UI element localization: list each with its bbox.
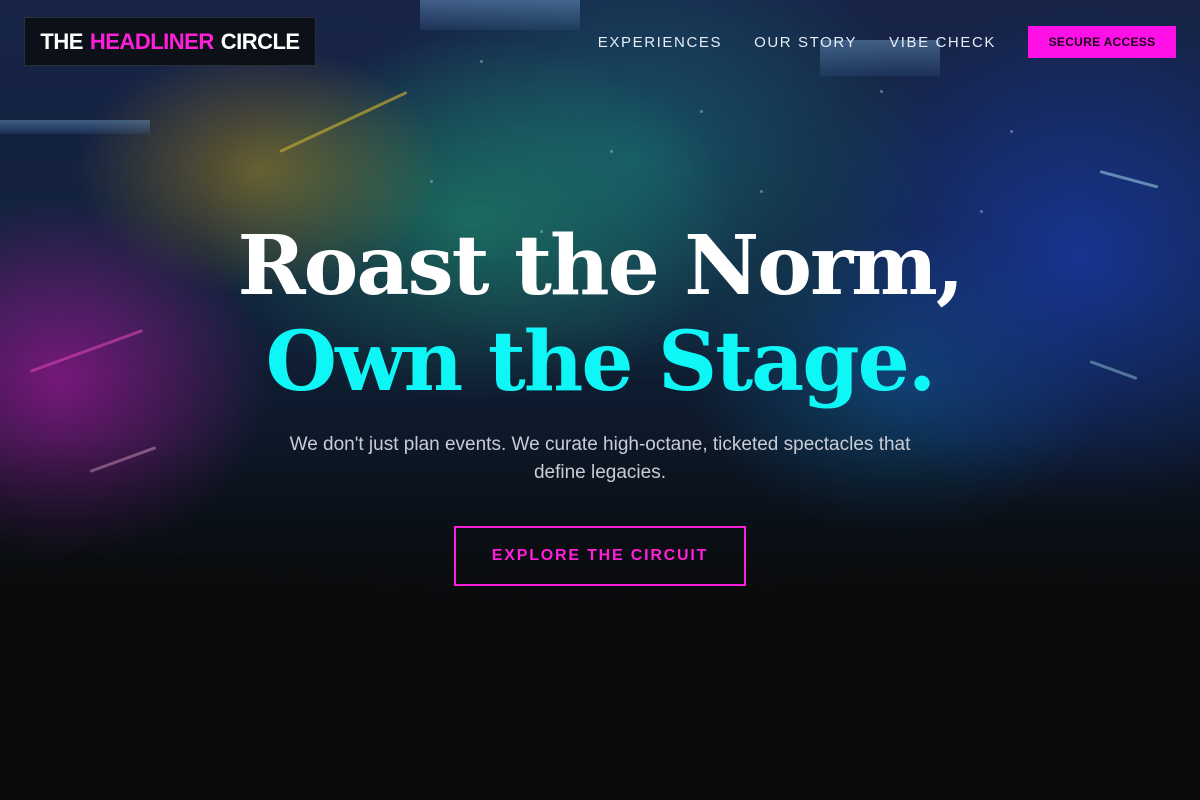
nav-link-vibe-check[interactable]: VIBE CHECK: [889, 34, 996, 51]
secure-access-button[interactable]: SECURE ACCESS: [1028, 26, 1176, 58]
site-logo[interactable]: THE HEADLINER CIRCLE: [24, 17, 316, 66]
hero-subtitle: We don't just plan events. We curate hig…: [289, 434, 911, 483]
nav-link-experiences[interactable]: EXPERIENCES: [598, 34, 722, 51]
logo-text-circle: CIRCLE: [220, 28, 300, 54]
nav-link-our-story[interactable]: OUR STORY: [754, 34, 857, 51]
explore-circuit-button[interactable]: EXPLORE THE CIRCUIT: [454, 526, 746, 586]
hero-headline: Roast the Norm, Own the Stage.: [0, 218, 1200, 410]
main-nav: EXPERIENCES OUR STORY VIBE CHECK SECURE …: [598, 26, 1176, 58]
logo-text-the: THE: [40, 28, 83, 54]
logo-text-headliner: HEADLINER: [89, 28, 214, 54]
hero-headline-line1: Roast the Norm,: [237, 218, 965, 314]
hero-headline-line2: Own the Stage.: [265, 314, 937, 410]
